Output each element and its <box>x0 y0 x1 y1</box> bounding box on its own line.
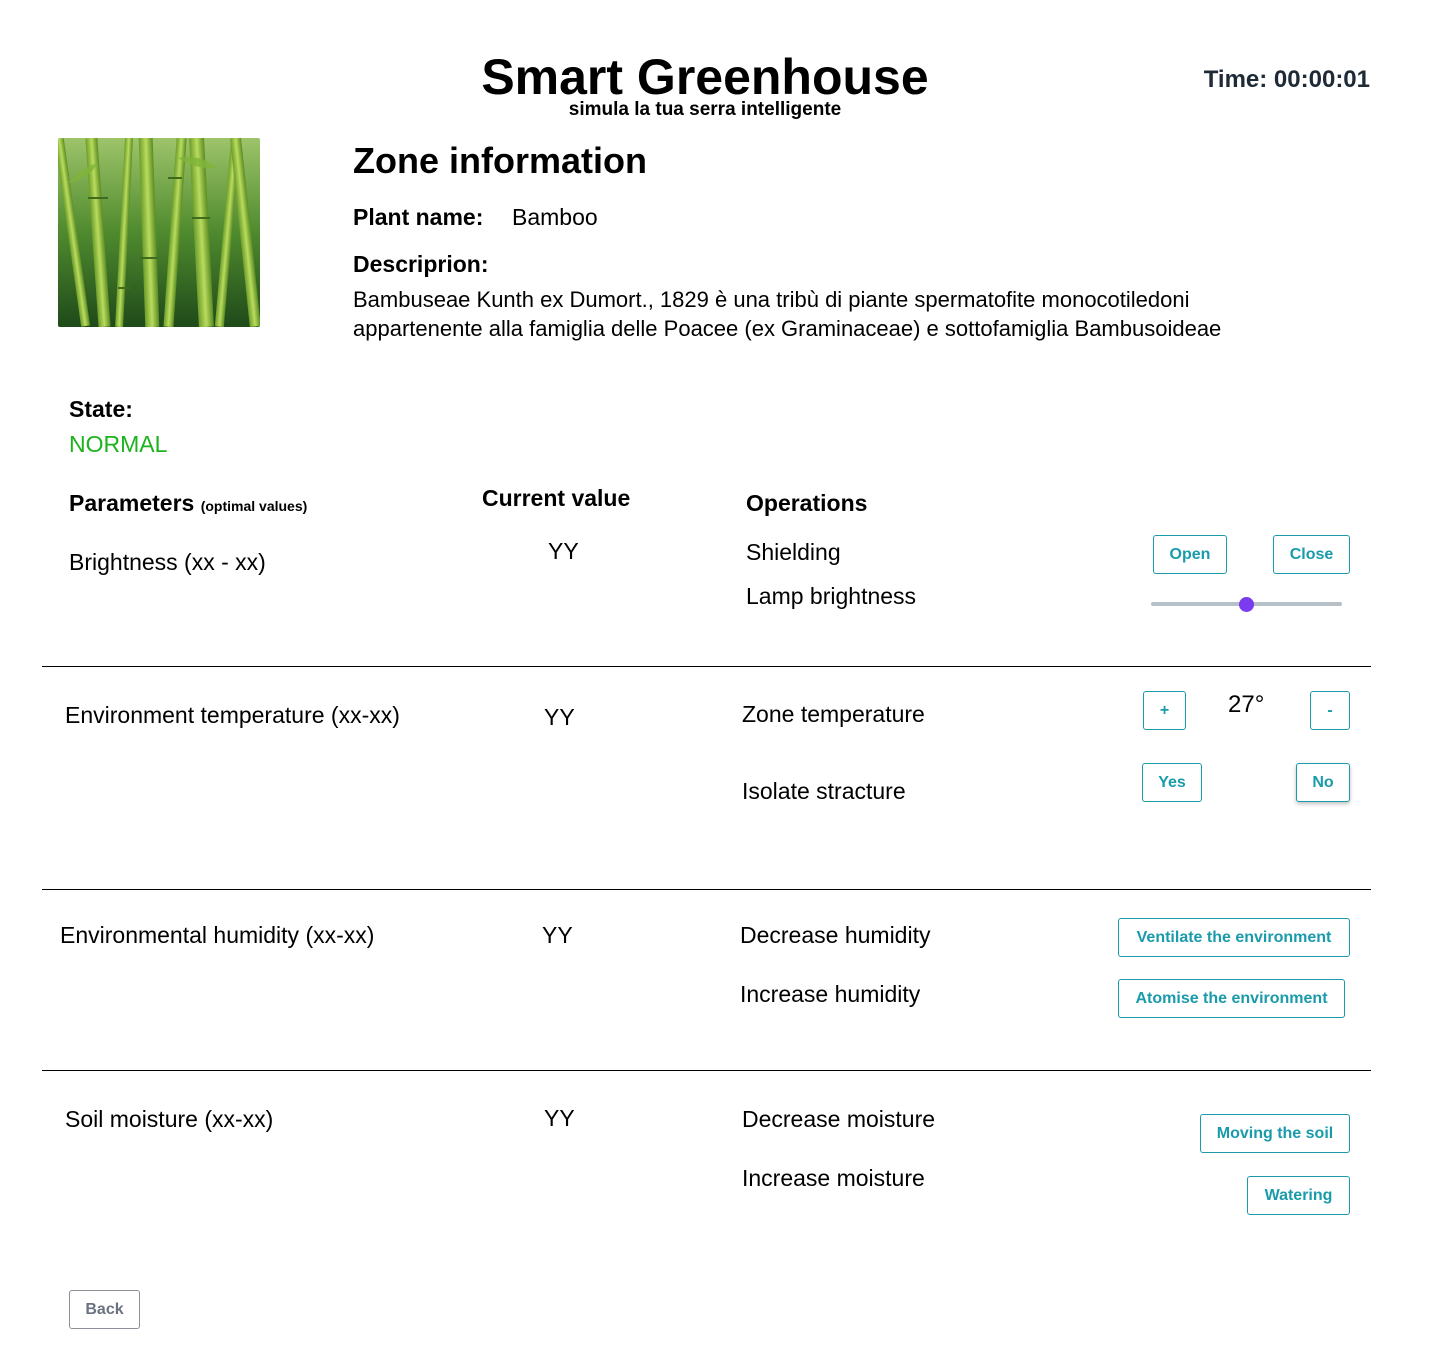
param-brightness: Brightness (xx - xx) <box>69 549 266 575</box>
state-label: State: <box>69 396 133 422</box>
op-increase-humidity-label: Increase humidity <box>740 981 921 1007</box>
temperature-minus-button[interactable]: - <box>1310 691 1350 730</box>
description-label: Descriprion: <box>353 251 489 277</box>
parameters-header-label: Parameters <box>69 490 195 516</box>
parameters-header-note: (optimal values) <box>200 498 308 514</box>
plant-image <box>58 138 260 327</box>
param-humidity: Environmental humidity (xx-xx) <box>60 922 375 948</box>
state-value: NORMAL <box>69 431 168 457</box>
shielding-close-button[interactable]: Close <box>1273 535 1350 574</box>
plant-name-value: Bamboo <box>512 204 598 230</box>
current-humidity: YY <box>542 922 573 948</box>
back-button[interactable]: Back <box>69 1290 140 1329</box>
row-divider <box>42 889 1371 890</box>
moving-soil-button[interactable]: Moving the soil <box>1200 1114 1350 1153</box>
param-soil-moisture: Soil moisture (xx-xx) <box>65 1106 274 1132</box>
current-soil-moisture: YY <box>544 1105 575 1131</box>
zone-temperature-value: 27° <box>1228 691 1265 718</box>
current-brightness: YY <box>548 538 579 564</box>
temperature-plus-button[interactable]: + <box>1143 691 1186 730</box>
ventilate-button[interactable]: Ventilate the environment <box>1118 918 1350 957</box>
app-title: Smart Greenhouse <box>481 49 929 105</box>
op-zone-temperature-label: Zone temperature <box>742 701 925 727</box>
plant-name-label: Plant name: <box>353 204 484 230</box>
current-value-header: Current value <box>482 485 631 511</box>
op-shielding-label: Shielding <box>746 539 841 565</box>
app-subtitle: simula la tua serra intelligente <box>568 99 842 120</box>
bamboo-photo-icon <box>58 138 260 327</box>
shielding-open-button[interactable]: Open <box>1153 535 1227 574</box>
row-divider <box>42 666 1371 667</box>
op-decrease-moisture-label: Decrease moisture <box>742 1106 936 1132</box>
row-divider <box>42 1070 1371 1071</box>
parameters-header: Parameters (optimal values) <box>69 489 307 520</box>
zone-title: Zone information <box>353 140 647 181</box>
isolate-no-button[interactable]: No <box>1296 763 1350 802</box>
lamp-brightness-slider-thumb[interactable] <box>1239 597 1254 612</box>
op-isolate-structure-label: Isolate stracture <box>742 778 906 804</box>
op-lamp-brightness-label: Lamp brightness <box>746 583 917 609</box>
operations-header: Operations <box>746 490 868 516</box>
description-text: Bambuseae Kunth ex Dumort., 1829 è una t… <box>353 287 1222 341</box>
watering-button[interactable]: Watering <box>1247 1176 1350 1215</box>
current-temperature: YY <box>544 704 575 730</box>
op-decrease-humidity-label: Decrease humidity <box>740 922 931 948</box>
op-increase-moisture-label: Increase moisture <box>742 1165 925 1191</box>
param-temperature: Environment temperature (xx-xx) <box>65 702 400 728</box>
atomise-button[interactable]: Atomise the environment <box>1118 979 1345 1018</box>
isolate-yes-button[interactable]: Yes <box>1142 763 1202 802</box>
timer: Time: 00:00:01 <box>1203 66 1370 93</box>
